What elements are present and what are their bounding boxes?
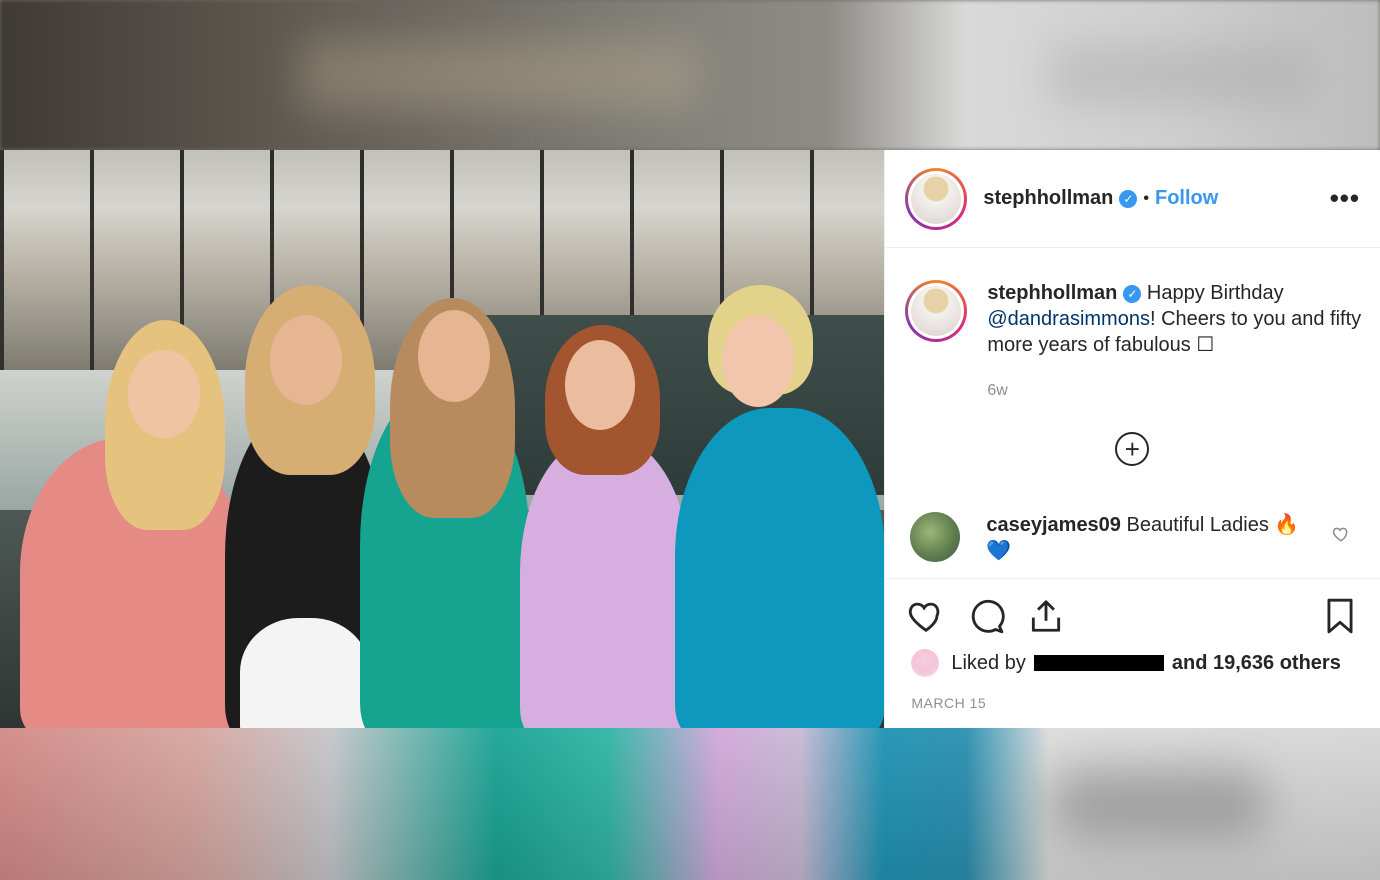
- liked-by[interactable]: Liked by and 19,636 others: [911, 649, 1341, 677]
- person-face: [128, 350, 200, 438]
- username-link[interactable]: stephhollman: [983, 187, 1113, 210]
- verified-badge-icon: ✓: [1123, 284, 1142, 303]
- blur-shape: [300, 40, 700, 110]
- caption-text: stephhollman ✓ Happy Birthday @dandrasimm…: [987, 280, 1365, 358]
- blur-shape: [1050, 45, 1310, 105]
- caption-text-start: Happy Birthday: [1141, 282, 1284, 304]
- liker-avatar: [911, 649, 940, 677]
- avatar-image: [911, 173, 962, 224]
- likes-count[interactable]: and 19,636 others: [1172, 652, 1341, 675]
- post-date: MARCH 15: [911, 695, 987, 711]
- person-lilac-blouse: [520, 438, 690, 728]
- post-photo[interactable]: [0, 150, 885, 728]
- person-blue-dress: [675, 408, 885, 728]
- comment-username-link[interactable]: caseyjames09: [986, 514, 1121, 536]
- post-header: stephhollman ✓ • Follow •••: [885, 150, 1380, 248]
- bookmark-icon[interactable]: [1321, 597, 1359, 640]
- liked-by-prefix: Liked by: [951, 651, 1026, 674]
- post-caption: stephhollman ✓ Happy Birthday @dandrasimm…: [905, 280, 1365, 358]
- person-face: [418, 310, 490, 402]
- avatar[interactable]: [905, 167, 968, 230]
- person-face: [270, 315, 342, 405]
- action-icons: [907, 597, 1362, 637]
- like-comment-heart-icon[interactable]: [1332, 525, 1350, 548]
- caption-avatar[interactable]: [905, 280, 968, 342]
- blur-overlay: [0, 728, 1380, 880]
- comment-icon[interactable]: [967, 597, 1005, 640]
- redacted-username: [1033, 655, 1164, 671]
- comment-item: caseyjames09 Beautiful Ladies 🔥💙: [910, 512, 1360, 564]
- caption-username-link[interactable]: stephhollman: [987, 282, 1117, 304]
- more-options-button[interactable]: •••: [1330, 183, 1360, 214]
- comment-text: caseyjames09 Beautiful Ladies 🔥💙: [986, 512, 1316, 564]
- person-face: [722, 315, 794, 407]
- avatar-border: [908, 283, 965, 339]
- commenter-avatar[interactable]: [910, 512, 961, 562]
- load-more-comments-button[interactable]: +: [1115, 432, 1150, 466]
- person-face: [565, 340, 635, 430]
- verified-badge-icon: ✓: [1119, 189, 1138, 208]
- post-actions: Liked by and 19,636 others MARCH 15: [885, 578, 1380, 729]
- plus-icon: +: [1124, 434, 1140, 464]
- heart-icon[interactable]: [907, 597, 945, 640]
- avatar-image: [911, 286, 962, 336]
- separator-dot: •: [1143, 189, 1149, 207]
- post-sidebar: stephhollman ✓ • Follow ••• stephhollman…: [884, 150, 1380, 728]
- follow-button[interactable]: Follow: [1155, 187, 1218, 210]
- instagram-post: stephhollman ✓ • Follow ••• stephhollman…: [0, 150, 1380, 728]
- mention-link[interactable]: @dandrasimmons: [987, 308, 1150, 330]
- person-white-pants: [240, 618, 370, 728]
- avatar-border: [908, 170, 965, 227]
- blurred-background-top: [0, 0, 1380, 150]
- share-icon[interactable]: [1027, 597, 1065, 640]
- blurred-background-bottom: [0, 728, 1380, 880]
- post-time[interactable]: 6w: [987, 382, 1007, 400]
